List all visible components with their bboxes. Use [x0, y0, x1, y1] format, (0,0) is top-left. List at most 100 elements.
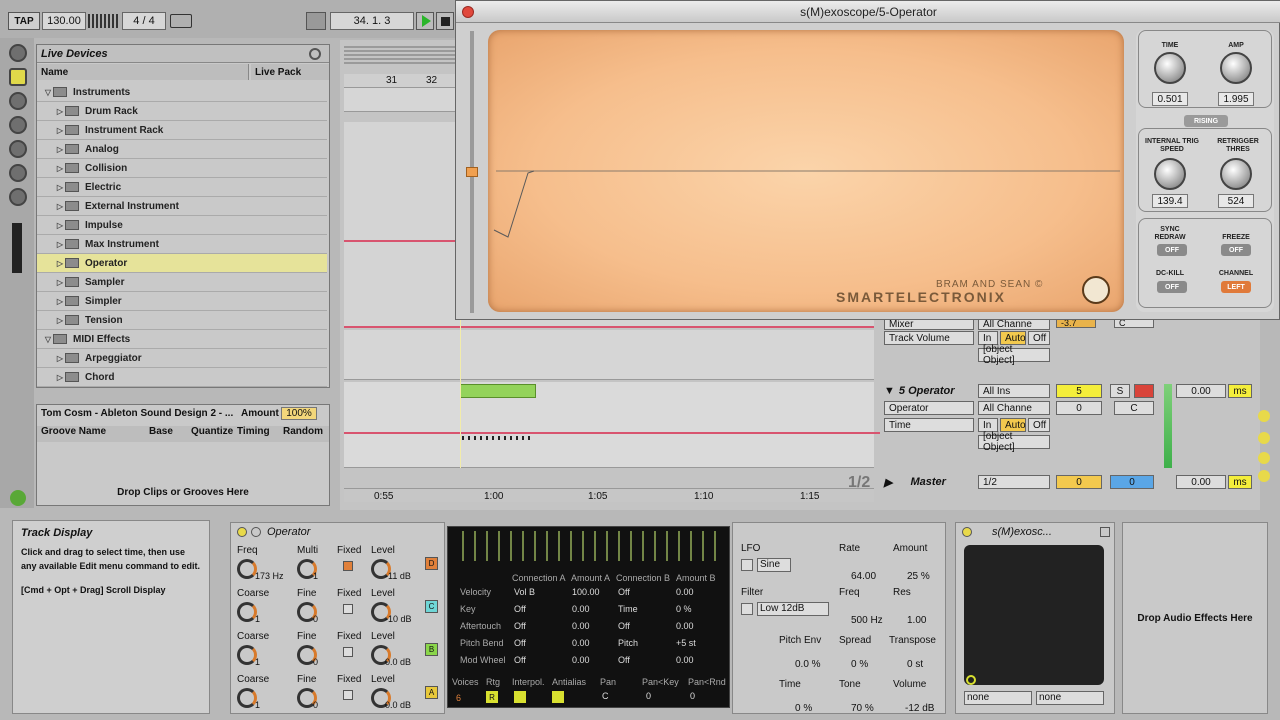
disclosure-icon[interactable]: ▷ [55, 202, 65, 211]
off-button-2[interactable]: Off [1028, 418, 1050, 432]
retrigger-value[interactable]: 524 [1218, 194, 1254, 208]
master-volume-field[interactable]: 0 [1056, 475, 1102, 489]
mod-value[interactable]: Off [618, 655, 630, 665]
track-lane-3[interactable] [344, 330, 874, 380]
envelope-matrix[interactable] [456, 531, 726, 561]
delay-icon[interactable] [1258, 470, 1270, 482]
overview-strip[interactable] [344, 44, 458, 64]
rising-toggle[interactable]: RISING [1184, 115, 1228, 127]
mod-value[interactable]: 100.00 [572, 587, 600, 597]
fixed-toggle[interactable] [343, 561, 353, 571]
coarse-knob[interactable] [237, 602, 257, 622]
fine-value[interactable]: 0 [313, 657, 318, 667]
disclosure-icon[interactable]: ▷ [55, 354, 65, 363]
browser-item[interactable]: ▷ Instrument Rack [37, 121, 327, 140]
disclosure-icon[interactable]: ▷ [55, 240, 65, 249]
master-output-select[interactable]: [object Object] [978, 344, 1050, 366]
track-volume-select[interactable]: Track Volume [884, 331, 974, 345]
mixer-icon[interactable] [1258, 452, 1270, 464]
mod-value[interactable]: 0.00 [676, 587, 694, 597]
mod-value[interactable]: 0 % [676, 604, 692, 614]
off-button[interactable]: Off [1028, 331, 1050, 345]
voices-value[interactable]: 6 [456, 693, 461, 703]
master-route-select[interactable]: 1/2 [978, 475, 1050, 489]
disclosure-icon[interactable]: ▷ [55, 107, 65, 116]
mod-value[interactable]: 0.00 [676, 655, 694, 665]
track-volume-field[interactable]: 0 [1056, 401, 1102, 415]
devices-browser-icon[interactable] [9, 44, 27, 62]
freeze-toggle[interactable]: OFF [1221, 244, 1251, 256]
close-icon[interactable] [462, 6, 474, 18]
plugins-icon[interactable] [9, 92, 27, 110]
coarse-value[interactable]: 173 Hz [255, 571, 284, 581]
track-5-title[interactable]: ▼ 5 Operator [884, 384, 974, 398]
amount-value[interactable]: 25 % [907, 571, 930, 582]
metronome-icon[interactable] [170, 14, 192, 28]
param-select-1[interactable]: none [964, 691, 1032, 705]
in-button[interactable]: In [978, 331, 998, 345]
level-value[interactable]: -10 dB [385, 614, 412, 624]
browser-scroll-handle[interactable] [12, 223, 22, 273]
browser-options-icon[interactable] [309, 48, 321, 60]
mod-value[interactable]: Off [618, 587, 630, 597]
track-pan-field[interactable]: C [1114, 401, 1154, 415]
device-on-icon[interactable] [962, 527, 972, 537]
close-device-icon[interactable] [1100, 527, 1110, 537]
solo-button[interactable]: S [1110, 384, 1130, 398]
disclosure-icon[interactable]: ▷ [55, 126, 65, 135]
operator-letter[interactable]: D [425, 557, 438, 570]
pan-value[interactable]: C [602, 691, 609, 701]
disclosure-icon[interactable]: ▷ [55, 259, 65, 268]
spread-value[interactable]: 0 % [851, 659, 868, 670]
browser-item[interactable]: ▷ Drum Rack [37, 102, 327, 121]
disclosure-icon[interactable]: ▷ [55, 183, 65, 192]
mod-value[interactable]: Time [618, 604, 638, 614]
browser-item[interactable]: ▽ Instruments [37, 83, 327, 102]
plugin-edit-icon[interactable] [966, 675, 976, 685]
browser-item[interactable]: ▷ Impulse [37, 216, 327, 235]
auto-button[interactable]: Auto [1000, 331, 1026, 345]
col-pack-header[interactable]: Live Pack [251, 64, 329, 80]
mod-value[interactable]: Off [514, 604, 526, 614]
disclosure-icon[interactable]: ▷ [55, 373, 65, 382]
operator-letter[interactable]: B [425, 643, 438, 656]
col-groove-name[interactable]: Groove Name [37, 426, 145, 442]
browser-item[interactable]: ▷ Simpler [37, 292, 327, 311]
pan-key-value[interactable]: 0 [646, 691, 651, 701]
delay-unit-button[interactable]: ms [1228, 384, 1252, 398]
mod-value[interactable]: 0.00 [572, 604, 590, 614]
amp-value[interactable]: 1.995 [1218, 92, 1254, 106]
col-quantize[interactable]: Quantize [187, 426, 233, 442]
tempo-field[interactable]: 130.00 [42, 12, 86, 30]
mod-value[interactable]: Off [514, 621, 526, 631]
coarse-value[interactable]: 1 [255, 657, 260, 667]
fine-value[interactable]: 1 [313, 571, 318, 581]
oscilloscope-display[interactable]: BRAM AND SEAN © SMARTELECTRONIX [488, 30, 1124, 312]
master-delay-unit[interactable]: ms [1228, 475, 1252, 489]
live-devices-icon[interactable] [9, 68, 27, 86]
lfo-type-select[interactable]: Sine [757, 558, 791, 572]
antialias-toggle[interactable] [552, 691, 564, 703]
interpol-toggle[interactable] [514, 691, 526, 703]
mod-value[interactable]: Pitch [618, 638, 638, 648]
volume-value[interactable]: -12 dB [905, 703, 934, 714]
channel-toggle[interactable]: LEFT [1221, 281, 1251, 293]
device-select[interactable]: Operator [884, 401, 974, 415]
mod-value[interactable]: Off [514, 638, 526, 648]
browser-item[interactable]: ▷ Sampler [37, 273, 327, 292]
play-button[interactable] [416, 12, 434, 30]
device-on-icon[interactable] [237, 527, 247, 537]
coarse-value[interactable]: 1 [255, 614, 260, 624]
level-value[interactable]: 0.0 dB [385, 700, 411, 710]
master-title[interactable]: ▶ Master [884, 475, 974, 489]
level-value[interactable]: -11 dB [385, 571, 411, 581]
time-knob[interactable] [1154, 52, 1186, 84]
auto-button-2[interactable]: Auto [1000, 418, 1026, 432]
browser-item[interactable]: ▷ Collision [37, 159, 327, 178]
coarse-knob[interactable] [237, 645, 257, 665]
filter-freq-value[interactable]: 500 Hz [851, 615, 883, 626]
amount-value[interactable]: 100% [281, 407, 317, 420]
amp-knob[interactable] [1220, 52, 1252, 84]
all-channels-select-2[interactable]: All Channe [978, 401, 1050, 415]
audio-effects-drop-zone[interactable]: Drop Audio Effects Here [1122, 522, 1268, 714]
